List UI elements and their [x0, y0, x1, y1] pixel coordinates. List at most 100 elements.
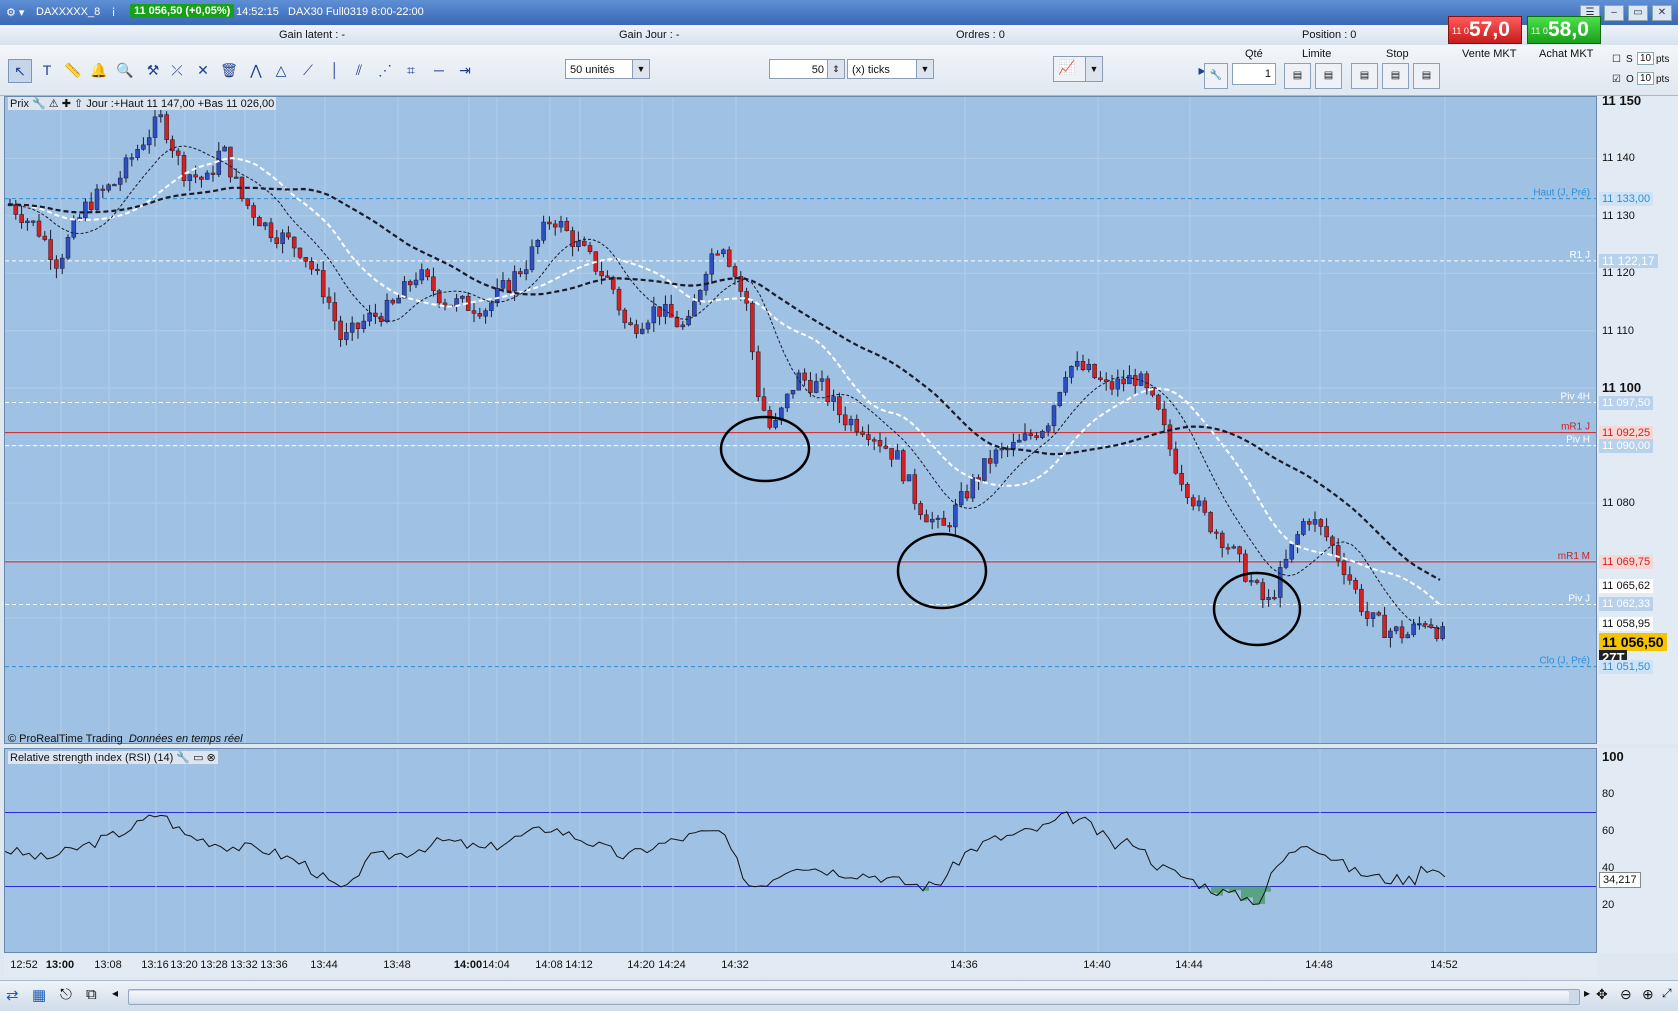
minimize-button[interactable]: – — [1604, 5, 1624, 21]
window-icon[interactable]: ▭ — [193, 752, 203, 764]
wrench-icon[interactable]: 🔧 — [176, 752, 190, 764]
zoom-icon[interactable]: 🔍 — [114, 59, 136, 81]
scrollbar-thumb[interactable] — [129, 991, 1569, 1003]
o-checkbox[interactable]: ☑ — [1612, 74, 1621, 85]
arrow-line-icon[interactable]: ⇥ — [454, 59, 476, 81]
o-pts-input[interactable]: 10 — [1637, 72, 1655, 85]
vertical-line-icon[interactable]: │ — [324, 59, 346, 81]
info-icon[interactable]: ⅰ — [112, 6, 115, 19]
pattern-icon[interactable]: ⋀ — [245, 59, 267, 81]
candle — [512, 271, 517, 292]
price-tick: 11 120 — [1602, 267, 1635, 280]
buy-market-button[interactable]: 11 0 58,0 — [1527, 16, 1601, 44]
time-tick: 13:00 — [45, 959, 75, 971]
rsi-panel[interactable]: Relative strength index (RSI) (14) 🔧 ▭ ⊗ — [4, 748, 1597, 953]
annotation-circle — [896, 532, 988, 610]
time-axis[interactable]: 12:52 13:00 13:08 13:16 13:20 13:28 13:32 13:36… — [4, 953, 1597, 977]
pivj-value: 11 062,33 — [1599, 597, 1654, 612]
candle — [344, 332, 349, 340]
pan-icon[interactable]: ✥ — [1596, 986, 1608, 1003]
s-pts-input[interactable]: 10 — [1637, 52, 1655, 65]
stop-order-icon[interactable]: ▤ — [1413, 63, 1440, 89]
candle — [970, 477, 976, 499]
position-count[interactable]: Position : 0 — [1302, 29, 1356, 41]
rsi-tick: 60 — [1602, 825, 1615, 837]
candle — [1260, 582, 1266, 600]
candle — [1370, 612, 1376, 619]
ruler-icon[interactable]: 📏 — [62, 59, 84, 81]
sell-market-button[interactable]: 11 0 57,0 — [1448, 16, 1522, 44]
s-checkbox[interactable]: ☐ — [1612, 54, 1621, 65]
channel-icon[interactable]: ⫽ — [348, 59, 370, 81]
instrument-name[interactable]: DAXXXXX_8 — [36, 6, 100, 18]
candle — [726, 249, 732, 267]
candle — [709, 253, 715, 275]
close-icon[interactable]: ⊗ — [207, 752, 216, 764]
limit-buy-icon[interactable]: ▤ — [1284, 63, 1311, 89]
price-chart[interactable]: Haut (J, Pré) R1 J Piv 4H mR1 J Piv H mR1 M Pi… — [4, 96, 1597, 745]
zoom-in-icon[interactable]: ⊕ — [1642, 986, 1654, 1003]
layout-icon[interactable]: ▦ — [32, 986, 46, 1004]
horizontal-line-icon[interactable]: ─ — [428, 59, 450, 81]
add-indicator-icon[interactable]: ✚ — [62, 98, 71, 110]
candle — [477, 313, 483, 317]
pointer-icon[interactable]: ↖ — [8, 59, 32, 83]
candle — [1138, 373, 1144, 386]
candle — [471, 310, 477, 314]
trendline-icon[interactable]: ⟋ — [297, 59, 319, 81]
mr1j-value: 11 092,25 — [1599, 425, 1654, 440]
candle — [1074, 361, 1080, 367]
bell-icon[interactable]: ⚠ — [49, 98, 59, 110]
fan-icon[interactable]: ⋰ — [374, 59, 396, 81]
up-arrow-icon[interactable]: ⇧ — [74, 98, 83, 110]
text-icon[interactable]: T — [36, 59, 58, 81]
chart-type-button[interactable]: 📈 ▼ — [1053, 56, 1103, 82]
ticks-select[interactable]: (x) ticks ▼ — [847, 59, 934, 79]
horizontal-scrollbar[interactable] — [128, 989, 1580, 1005]
line-tools-icon[interactable]: ⚒ — [142, 59, 164, 81]
orders-count[interactable]: Ordres : 0 — [956, 29, 1005, 41]
qty-input[interactable]: 1 — [1232, 63, 1276, 85]
maximize-button[interactable]: ▭ — [1628, 5, 1648, 21]
triangle-icon[interactable]: △ — [270, 59, 292, 81]
candle — [541, 221, 546, 241]
candle — [1051, 405, 1057, 427]
stop-sell-icon[interactable]: ▤ — [1382, 63, 1409, 89]
history-icon[interactable]: ⎋ — [60, 986, 72, 1003]
candle — [1405, 634, 1411, 639]
candle — [407, 281, 413, 286]
share-icon[interactable]: ⇄ — [6, 986, 19, 1004]
trash-icon[interactable]: 🗑 — [218, 59, 240, 81]
candlestick-chart[interactable]: Haut (J, Pré) R1 J Piv 4H mR1 J Piv H mR1 M Pi… — [5, 97, 1596, 743]
candle — [1132, 375, 1138, 386]
fibonacci-icon[interactable]: ⤫ — [166, 59, 188, 81]
gann-icon[interactable]: ⌗ — [400, 59, 422, 81]
candle — [274, 237, 280, 244]
candle — [1092, 363, 1097, 379]
rsi-chart[interactable] — [5, 749, 1596, 952]
candle — [1289, 544, 1295, 560]
wrench-icon[interactable]: 🔧 — [32, 98, 46, 110]
fit-icon[interactable]: ⤢ — [1662, 986, 1672, 1001]
close-button[interactable]: ✕ — [1652, 5, 1672, 21]
zoom-out-icon[interactable]: ⊖ — [1620, 986, 1632, 1003]
stack-icon[interactable]: ⧉ — [86, 986, 97, 1003]
stop-buy-icon[interactable]: ▤ — [1351, 63, 1378, 89]
alert-icon[interactable]: 🔔 — [88, 59, 110, 81]
price-scale[interactable]: 11 150 11 140 11 130 11 120 11 110 11 100 11 0… — [1597, 94, 1678, 744]
units-select[interactable]: 50 unités ▼ — [565, 59, 650, 79]
candle — [1283, 558, 1289, 568]
cross-lines-icon[interactable]: ✕ — [192, 59, 214, 81]
limit-sell-icon[interactable]: ▤ — [1315, 63, 1342, 89]
window-icon[interactable]: ⚙ ▾ — [6, 6, 24, 19]
settings-icon[interactable]: 🔧 — [1204, 63, 1228, 89]
ticks-value-input[interactable]: 50 ⇕ — [769, 59, 845, 79]
candle — [639, 328, 645, 334]
candle — [1335, 545, 1341, 562]
time-tick: 12:52 — [10, 959, 38, 971]
pivh-value: 11 090,00 — [1599, 438, 1654, 453]
scroll-left-icon[interactable]: ◂ — [112, 986, 118, 1000]
candle — [1364, 611, 1370, 619]
scroll-right-icon[interactable]: ▸ — [1584, 986, 1590, 1000]
candle — [71, 219, 77, 238]
